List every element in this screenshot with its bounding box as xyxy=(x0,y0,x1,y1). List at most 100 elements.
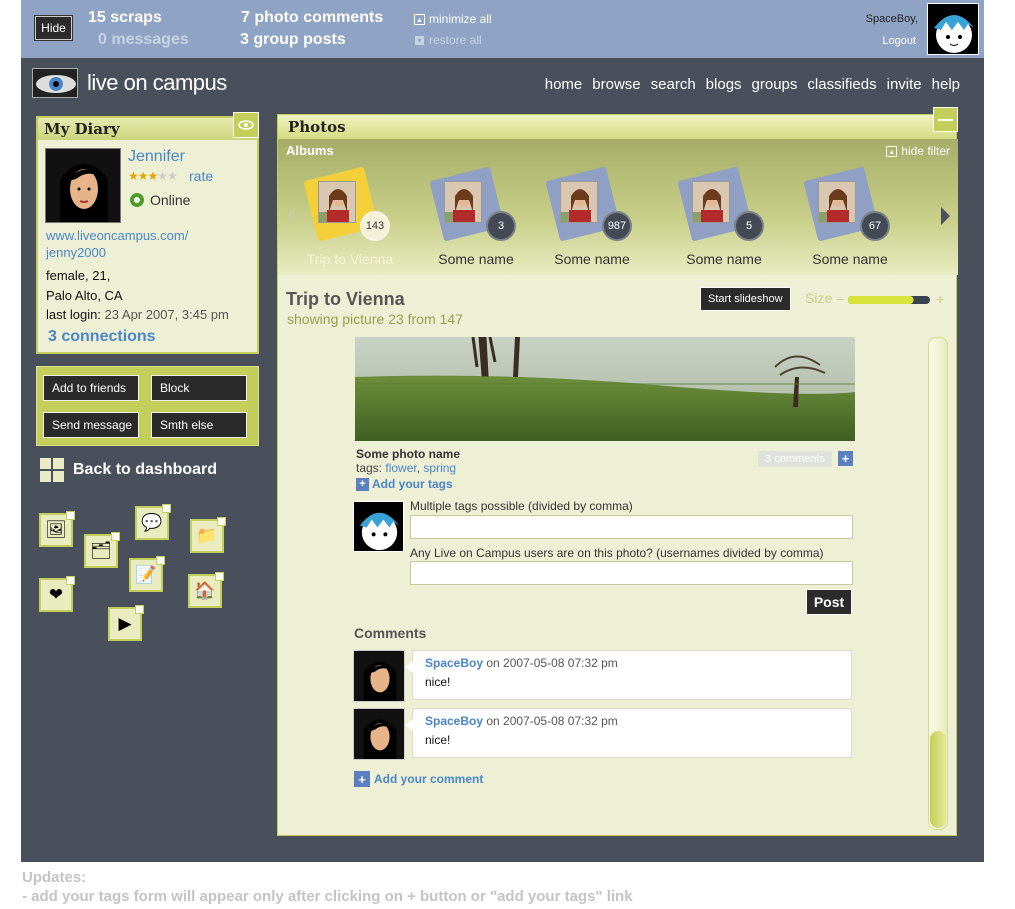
photos-title: Photos xyxy=(278,115,956,139)
album-photo-count: 5 xyxy=(734,211,764,241)
start-slideshow-button[interactable]: Start slideshow xyxy=(700,287,791,311)
nav-invite[interactable]: invite xyxy=(887,76,922,93)
photo-tags: tags: flower, spring xyxy=(356,461,456,475)
hide-filter-label: hide filter xyxy=(901,144,950,158)
tag-link[interactable]: flower xyxy=(385,461,416,475)
nav-home[interactable]: home xyxy=(545,76,583,93)
users-field-label: Any Live on Campus users are on this pho… xyxy=(410,546,824,560)
photo-frame-icon[interactable]: 🖼 xyxy=(39,511,75,547)
album-item[interactable]: 143 Trip to Vienna xyxy=(300,166,410,277)
hide-button[interactable]: Hide xyxy=(35,16,72,40)
album-name[interactable]: Trip to Vienna xyxy=(290,251,410,267)
tags-input[interactable] xyxy=(410,515,853,539)
notepad-icon[interactable]: 📝 xyxy=(129,556,165,592)
picture-position: showing picture 23 from 147 xyxy=(287,311,463,327)
photo-album-icon[interactable]: 🗂 xyxy=(84,532,120,568)
profile-name[interactable]: Jennifer xyxy=(128,148,185,166)
nav-groups[interactable]: groups xyxy=(752,76,798,93)
chat-bubbles-icon[interactable]: 💬 xyxy=(135,504,171,540)
main-photo[interactable] xyxy=(355,337,855,441)
albums-label: Albums xyxy=(286,143,334,158)
usernames-input[interactable] xyxy=(410,561,853,585)
photos-panel: Photos Albums ▴ hide filter 143 Trip to Vi… xyxy=(277,107,958,836)
scraps-count[interactable]: 15 scraps xyxy=(88,9,162,27)
online-status-label: Online xyxy=(150,192,191,208)
album-name[interactable]: Some name xyxy=(532,251,652,267)
album-item[interactable]: 67 Some name xyxy=(800,166,910,277)
profile-url-line2[interactable]: jenny2000 xyxy=(46,245,106,260)
comments-count-badge[interactable]: 3 comments xyxy=(758,451,832,467)
eye-icon[interactable] xyxy=(233,112,259,138)
media-play-icon[interactable]: ▶ xyxy=(108,605,144,641)
rate-link[interactable]: rate xyxy=(189,168,213,184)
add-tags-plus-icon[interactable]: + xyxy=(838,451,853,466)
hide-filter-link[interactable]: ▴ hide filter xyxy=(886,144,950,158)
back-to-dashboard-link[interactable]: Back to dashboard xyxy=(40,458,217,482)
album-item[interactable]: 3 Some name xyxy=(426,166,536,277)
nav-browse[interactable]: browse xyxy=(592,76,640,93)
nav-blogs[interactable]: blogs xyxy=(706,76,742,93)
heart-icon[interactable]: ❤ xyxy=(39,576,75,612)
messages-count[interactable]: 0 messages xyxy=(98,31,189,49)
comment-avatar[interactable] xyxy=(353,650,405,702)
album-thumbnail xyxy=(692,181,730,223)
size-slider[interactable]: − + xyxy=(836,295,946,305)
album-item[interactable]: 5 Some name xyxy=(674,166,784,277)
minimize-icon[interactable] xyxy=(933,107,958,132)
add-your-tags-link[interactable]: + Add your tags xyxy=(356,477,453,491)
tags-label: tags: xyxy=(356,461,383,475)
size-minus[interactable]: − xyxy=(836,295,844,305)
something-else-button[interactable]: Smth else xyxy=(151,412,247,438)
eye-logo-icon[interactable] xyxy=(32,68,78,98)
logout-link[interactable]: Logout xyxy=(882,35,916,47)
album-thumbnail xyxy=(444,181,482,223)
restore-all-label: restore all xyxy=(429,33,482,47)
last-login-value: 23 Apr 2007, 3:45 pm xyxy=(104,307,229,322)
block-button[interactable]: Block xyxy=(151,375,247,401)
group-posts-count[interactable]: 3 group posts xyxy=(240,31,346,49)
user-avatar[interactable] xyxy=(927,3,979,55)
tag-link[interactable]: spring xyxy=(423,461,456,475)
add-your-comment-link[interactable]: + Add your comment xyxy=(354,771,483,787)
comment-date: on 2007-05-08 07:32 pm xyxy=(483,656,618,670)
profile-url-line1[interactable]: www.liveoncampus.com/ xyxy=(46,228,188,243)
nav-search[interactable]: search xyxy=(651,76,696,93)
add-to-friends-button[interactable]: Add to friends xyxy=(43,375,139,401)
scrollbar-thumb[interactable] xyxy=(930,731,946,828)
album-name[interactable]: Some name xyxy=(790,251,910,267)
album-name[interactable]: Some name xyxy=(416,251,536,267)
album-name[interactable]: Some name xyxy=(664,251,784,267)
nav-help[interactable]: help xyxy=(932,76,960,93)
profile-actions: Add to friends Block Send message Smth e… xyxy=(36,366,259,446)
size-plus[interactable]: + xyxy=(936,295,944,305)
profile-photo[interactable] xyxy=(45,148,121,223)
photo-comments-count[interactable]: 7 photo comments xyxy=(241,9,383,27)
plus-icon: + xyxy=(356,477,369,491)
user-avatar-small xyxy=(353,501,404,552)
connections-link[interactable]: 3 connections xyxy=(48,328,156,346)
album-title: Trip to Vienna xyxy=(286,289,405,309)
send-message-button[interactable]: Send message xyxy=(43,412,139,438)
comment-author-link[interactable]: SpaceBoy xyxy=(425,714,483,728)
album-photo-count: 67 xyxy=(860,211,890,241)
house-icon[interactable]: 🏠 xyxy=(188,572,224,608)
restore-all-link[interactable]: ▾ restore all xyxy=(414,33,482,47)
user-name: SpaceBoy, xyxy=(865,13,918,25)
minimize-all-link[interactable]: ▴ minimize all xyxy=(414,12,492,26)
comment-bubble: SpaceBoy on 2007-05-08 07:32 pm nice! xyxy=(405,650,852,700)
size-label: Size xyxy=(805,290,833,306)
album-item[interactable]: 987 Some name xyxy=(542,166,652,277)
dashboard-grid-icon xyxy=(40,458,64,482)
post-button[interactable]: Post xyxy=(806,589,852,615)
albums-next-arrow[interactable] xyxy=(941,207,950,225)
updates-text: - add your tags form will appear only af… xyxy=(22,888,633,905)
online-status-icon xyxy=(130,193,144,207)
comment-author-link[interactable]: SpaceBoy xyxy=(425,656,483,670)
folder-icon[interactable]: 📁 xyxy=(190,517,226,553)
size-fill xyxy=(848,296,914,304)
comment-avatar[interactable] xyxy=(353,708,405,760)
albums-prev-arrow[interactable] xyxy=(286,207,295,225)
updates-heading: Updates: xyxy=(22,869,87,886)
nav-classifieds[interactable]: classifieds xyxy=(807,76,876,93)
site-logo[interactable]: live on campus xyxy=(87,70,227,96)
